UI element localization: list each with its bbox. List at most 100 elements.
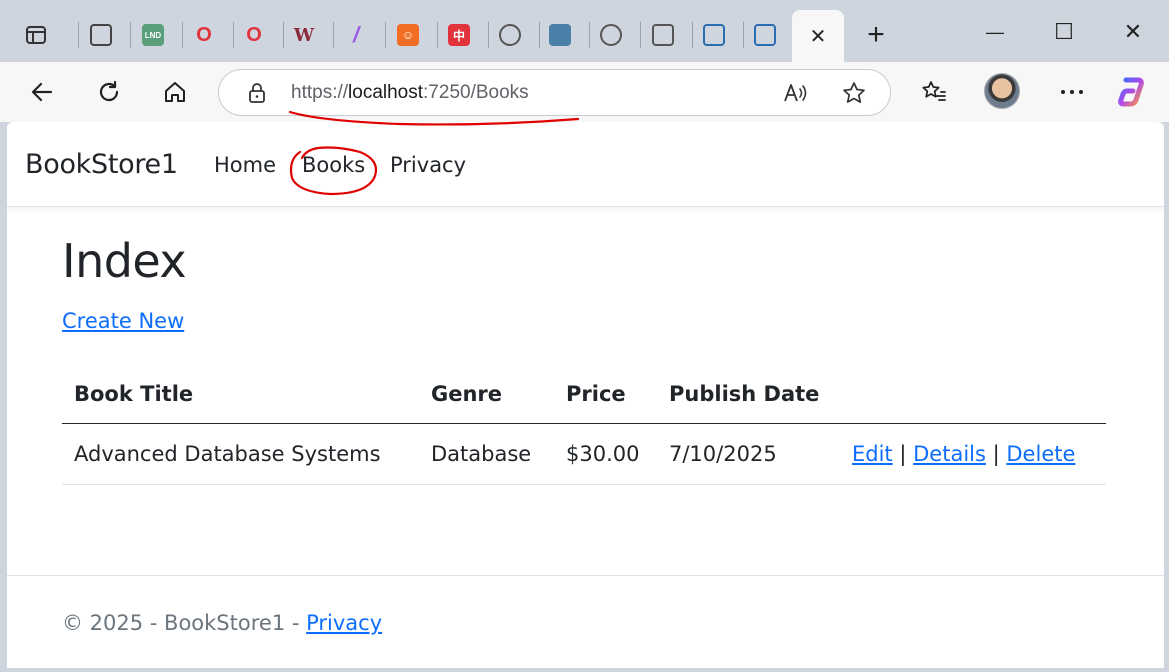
copilot-icon — [1118, 77, 1144, 107]
profile-avatar[interactable] — [984, 73, 1020, 109]
books-table: Book Title Genre Price Publish Date Adva… — [62, 365, 1106, 485]
close-icon[interactable]: ✕ — [810, 24, 827, 49]
globe-icon — [499, 24, 521, 46]
cell-date: 7/10/2025 — [657, 423, 840, 485]
app-icon — [549, 24, 571, 46]
browser-tab[interactable]: O — [236, 16, 272, 54]
browser-tab[interactable] — [747, 16, 783, 54]
minimize-button[interactable]: — — [972, 10, 1018, 54]
globe-icon — [600, 24, 622, 46]
nav-books[interactable]: Books — [302, 153, 365, 177]
browser-tab[interactable] — [593, 16, 629, 54]
action-separator: | — [899, 441, 907, 466]
cell-title: Advanced Database Systems — [62, 423, 419, 485]
tab-strip: LND O O W / ☺ 中 ✕ + — ☐ ✕ — [0, 0, 1169, 62]
header-book-title: Book Title — [62, 365, 419, 424]
plug-icon: ☺ — [397, 24, 419, 46]
tab-separator — [640, 22, 641, 48]
header-publish-date: Publish Date — [657, 365, 840, 424]
home-button[interactable] — [155, 72, 195, 112]
browser-tab[interactable]: 中 — [441, 16, 477, 54]
browser-tab[interactable] — [542, 16, 578, 54]
browser-tab[interactable] — [696, 16, 732, 54]
table-header-row: Book Title Genre Price Publish Date — [62, 365, 1106, 424]
browser-tab[interactable]: W — [286, 16, 322, 54]
back-button[interactable] — [22, 72, 62, 112]
footer-text: © 2025 - BookStore1 - Privacy — [62, 611, 382, 635]
opera-icon: O — [246, 23, 262, 46]
active-tab[interactable]: ✕ — [792, 10, 844, 62]
tab-separator — [283, 22, 284, 48]
nav-home[interactable]: Home — [214, 153, 276, 177]
delete-link[interactable]: Delete — [1006, 442, 1075, 466]
browser-tab[interactable]: / — [338, 16, 374, 54]
address-bar[interactable]: https://localhost:7250/Books — [218, 69, 891, 116]
header-actions — [840, 365, 1106, 424]
lock-icon[interactable] — [247, 82, 267, 104]
tab-separator — [692, 22, 693, 48]
browser-tab[interactable] — [83, 16, 119, 54]
home-icon — [165, 82, 185, 102]
copyright-text: © 2025 - BookStore1 - — [62, 611, 307, 635]
create-new-link[interactable]: Create New — [62, 309, 184, 333]
window-icon — [26, 26, 46, 44]
doc-icon — [754, 24, 776, 46]
edit-link[interactable]: Edit — [852, 442, 893, 466]
favorites-button[interactable] — [914, 72, 954, 112]
tab-separator — [743, 22, 744, 48]
header-genre: Genre — [419, 365, 554, 424]
back-arrow-icon — [31, 82, 53, 102]
close-window-button[interactable]: ✕ — [1110, 10, 1156, 54]
url-text[interactable]: https://localhost:7250/Books — [291, 82, 529, 104]
more-dots-icon — [1061, 90, 1083, 94]
tab-separator — [182, 22, 183, 48]
favorite-star-icon[interactable] — [841, 80, 867, 106]
browser-tab[interactable]: ☺ — [390, 16, 426, 54]
url-scheme: https:// — [291, 82, 349, 103]
w-icon: W — [293, 24, 315, 46]
tab-separator — [233, 22, 234, 48]
tab-grid-icon — [90, 24, 112, 46]
blocked-page-icon — [652, 24, 674, 46]
tab-separator — [488, 22, 489, 48]
maximize-button[interactable]: ☐ — [1041, 10, 1087, 54]
tab-separator — [589, 22, 590, 48]
lnd-icon: LND — [142, 24, 164, 46]
url-host: localhost — [348, 82, 424, 103]
tab-actions-button[interactable] — [18, 16, 54, 54]
cell-price: $30.00 — [554, 423, 657, 485]
brand-link[interactable]: BookStore1 — [25, 149, 178, 180]
wand-icon: / — [352, 22, 360, 47]
more-options-button[interactable] — [1052, 72, 1092, 112]
browser-toolbar: https://localhost:7250/Books — [0, 62, 1169, 122]
refresh-button[interactable] — [89, 72, 129, 112]
nav-privacy[interactable]: Privacy — [390, 153, 466, 177]
tab-separator — [385, 22, 386, 48]
refresh-icon — [99, 80, 119, 102]
table-row: Advanced Database Systems Database $30.0… — [62, 423, 1106, 485]
favorites-list-icon — [922, 81, 946, 101]
tab-separator — [78, 22, 79, 48]
tab-separator — [130, 22, 131, 48]
cell-genre: Database — [419, 423, 554, 485]
cell-actions: Edit | Details | Delete — [840, 423, 1106, 485]
tab-separator — [437, 22, 438, 48]
doc-icon — [703, 24, 725, 46]
browser-tab[interactable] — [492, 16, 528, 54]
page-viewport: BookStore1 Home Books Privacy Index Crea… — [7, 122, 1164, 668]
new-tab-button[interactable]: + — [858, 16, 894, 54]
page-title: Index — [62, 234, 187, 288]
browser-tab[interactable] — [645, 16, 681, 54]
browser-tab[interactable]: O — [186, 16, 222, 54]
read-aloud-icon[interactable] — [783, 81, 809, 105]
copilot-button[interactable] — [1114, 72, 1154, 112]
footer-privacy-link[interactable]: Privacy — [306, 611, 382, 635]
browser-tab[interactable]: LND — [135, 16, 171, 54]
site-navbar: BookStore1 Home Books Privacy — [7, 122, 1164, 207]
tab-separator — [539, 22, 540, 48]
header-price: Price — [554, 365, 657, 424]
url-path: :7250/Books — [423, 82, 529, 103]
opera-icon: O — [196, 23, 212, 46]
chinese-char-icon: 中 — [448, 24, 470, 46]
details-link[interactable]: Details — [913, 442, 986, 466]
